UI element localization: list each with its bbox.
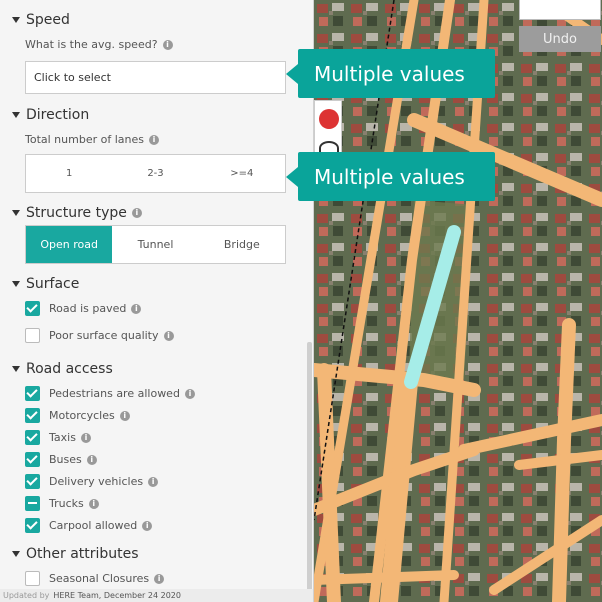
checkbox-checked-icon[interactable]: [25, 430, 40, 445]
speed-question: What is the avg. speed? i: [25, 38, 173, 51]
info-icon[interactable]: i: [142, 520, 153, 531]
structure-option-bridge[interactable]: Bridge: [199, 226, 285, 263]
checkbox-trucks[interactable]: Trucks i: [25, 496, 99, 511]
info-icon[interactable]: i: [80, 432, 91, 443]
panel-scrollbar[interactable]: [307, 342, 312, 592]
lanes-label-text: Total number of lanes: [25, 133, 144, 146]
undo-button[interactable]: Undo: [519, 26, 601, 52]
section-road-access-header[interactable]: Road access: [12, 361, 113, 377]
lanes-option-2-3[interactable]: 2-3: [112, 155, 198, 192]
collapse-triangle-icon: [12, 210, 20, 216]
collapse-triangle-icon: [12, 17, 20, 23]
info-icon[interactable]: i: [119, 410, 130, 421]
section-structure-header[interactable]: Structure type i: [12, 205, 142, 221]
speed-multiple-values-callout: Multiple values: [286, 49, 495, 98]
section-surface-title: Surface: [26, 276, 80, 292]
checkbox-label: Seasonal Closures: [49, 572, 150, 585]
checkbox-delivery-vehicles[interactable]: Delivery vehicles i: [25, 474, 159, 489]
structure-option-tunnel[interactable]: Tunnel: [112, 226, 198, 263]
checkbox-checked-icon[interactable]: [25, 474, 40, 489]
checkbox-checked-icon[interactable]: [25, 408, 40, 423]
callout-text: Multiple values: [314, 61, 465, 86]
info-icon[interactable]: i: [148, 134, 159, 145]
section-structure-title: Structure type: [26, 205, 127, 221]
collapse-triangle-icon: [12, 281, 20, 287]
lanes-label: Total number of lanes i: [25, 133, 159, 146]
section-other-header[interactable]: Other attributes: [12, 546, 139, 562]
checkbox-label: Trucks: [49, 497, 84, 510]
info-icon[interactable]: i: [148, 476, 159, 487]
section-road-access-title: Road access: [26, 361, 113, 377]
checkbox-poor-surface[interactable]: Poor surface quality i: [25, 328, 174, 343]
info-icon[interactable]: i: [131, 208, 142, 218]
checkbox-checked-icon[interactable]: [25, 301, 40, 316]
checkbox-carpool[interactable]: Carpool allowed i: [25, 518, 153, 533]
structure-segmented-control: Open road Tunnel Bridge: [25, 225, 286, 264]
info-icon[interactable]: i: [162, 39, 173, 50]
info-icon[interactable]: i: [163, 330, 174, 341]
speed-select[interactable]: Click to select: [25, 61, 286, 94]
undo-label: Undo: [543, 31, 577, 47]
checkbox-unchecked-icon[interactable]: [25, 571, 40, 586]
checkbox-label: Road is paved: [49, 302, 127, 315]
road-works-icon[interactable]: [319, 109, 339, 129]
collapse-triangle-icon: [12, 366, 20, 372]
footer-prefix: Updated by: [3, 591, 50, 600]
checkbox-label: Taxis: [49, 431, 76, 444]
checkbox-road-paved[interactable]: Road is paved i: [25, 301, 142, 316]
checkbox-checked-icon[interactable]: [25, 518, 40, 533]
footer-author: HERE Team, December 24 2020: [53, 591, 181, 600]
checkbox-checked-icon[interactable]: [25, 386, 40, 401]
map-tool-strip: [314, 100, 342, 156]
checkbox-checked-icon[interactable]: [25, 452, 40, 467]
lanes-option-1[interactable]: 1: [26, 155, 112, 192]
lanes-multiple-values-callout: Multiple values: [286, 152, 495, 201]
speed-select-placeholder: Click to select: [34, 71, 111, 84]
checkbox-label: Pedestrians are allowed: [49, 387, 180, 400]
section-surface-header[interactable]: Surface: [12, 276, 79, 292]
section-other-title: Other attributes: [26, 546, 139, 562]
speed-question-label: What is the avg. speed?: [25, 38, 158, 51]
collapse-triangle-icon: [12, 112, 20, 118]
collapse-triangle-icon: [12, 551, 20, 557]
checkbox-indeterminate-icon[interactable]: [25, 496, 40, 511]
info-icon[interactable]: i: [154, 573, 165, 584]
checkbox-pedestrians[interactable]: Pedestrians are allowed i: [25, 386, 195, 401]
info-icon[interactable]: i: [184, 388, 195, 399]
section-direction-header[interactable]: Direction: [12, 107, 89, 123]
checkbox-label: Carpool allowed: [49, 519, 138, 532]
checkbox-label: Poor surface quality: [49, 329, 159, 342]
section-speed-header[interactable]: Speed: [12, 12, 70, 28]
checkbox-unchecked-icon[interactable]: [25, 328, 40, 343]
lanes-option-4-plus[interactable]: >=4: [199, 155, 285, 192]
update-footer: Updated by HERE Team, December 24 2020: [0, 589, 313, 602]
checkbox-seasonal-closures[interactable]: Seasonal Closures i: [25, 571, 165, 586]
info-icon[interactable]: i: [86, 454, 97, 465]
lanes-segmented-control: 1 2-3 >=4: [25, 154, 286, 193]
map-top-button[interactable]: [519, 0, 601, 20]
checkbox-taxis[interactable]: Taxis i: [25, 430, 91, 445]
checkbox-label: Motorcycles: [49, 409, 115, 422]
callout-text: Multiple values: [314, 164, 465, 189]
info-icon[interactable]: i: [131, 303, 142, 314]
checkbox-label: Delivery vehicles: [49, 475, 144, 488]
info-icon[interactable]: i: [88, 498, 99, 509]
checkbox-motorcycles[interactable]: Motorcycles i: [25, 408, 130, 423]
checkbox-buses[interactable]: Buses i: [25, 452, 97, 467]
checkbox-label: Buses: [49, 453, 82, 466]
structure-option-open-road[interactable]: Open road: [26, 226, 113, 263]
section-direction-title: Direction: [26, 107, 90, 123]
section-speed-title: Speed: [26, 12, 70, 28]
attribute-panel: Speed What is the avg. speed? i Click to…: [0, 0, 314, 602]
